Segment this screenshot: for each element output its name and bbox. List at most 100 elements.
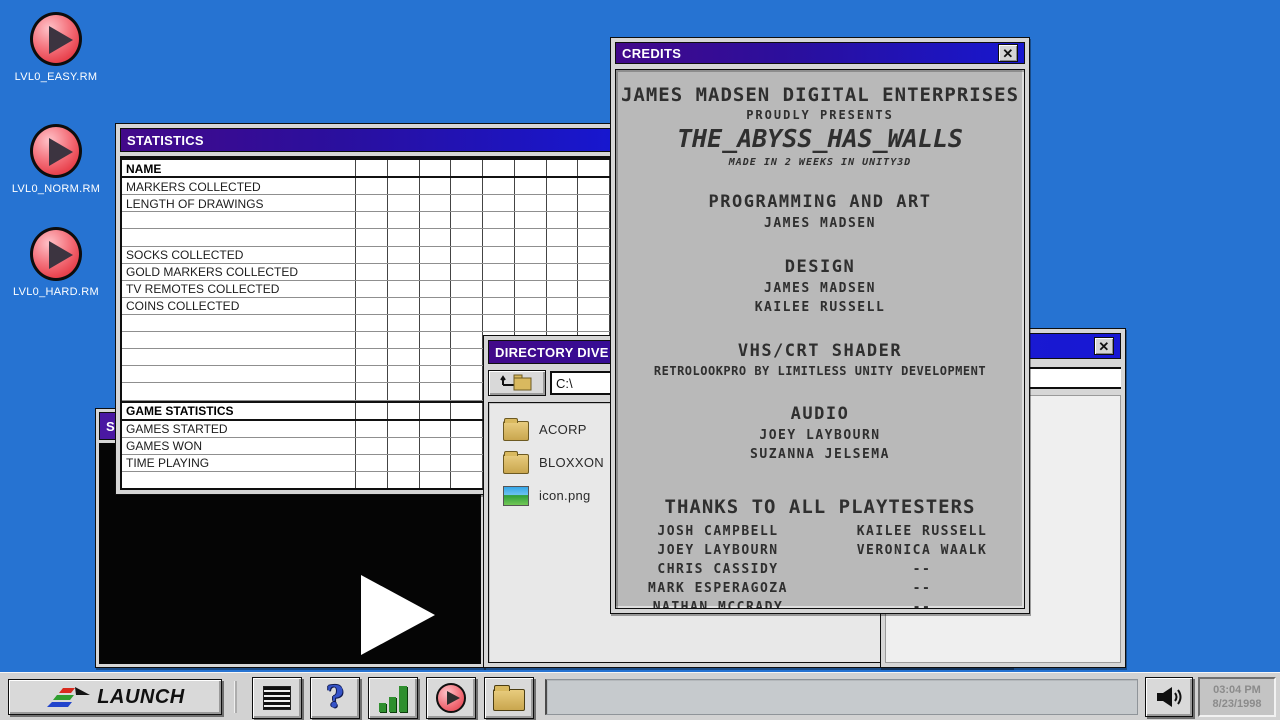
credits-line: VHS/CRT SHADER: [616, 341, 1024, 361]
credits-line: JAMES MADSEN DIGITAL ENTERPRISES: [616, 84, 1024, 106]
folder-button[interactable]: [484, 677, 534, 719]
clock-date: 8/23/1998: [1213, 697, 1262, 711]
help-icon: ?: [326, 683, 344, 713]
file-type-icon: [503, 454, 529, 474]
playtester-row: JOEY LAYBOURN VERONICA WAALK: [616, 543, 1024, 558]
credits-line: JAMES MADSEN: [616, 216, 1024, 231]
play-overlay-icon[interactable]: [361, 575, 435, 655]
launch-logo-icon: [45, 685, 91, 709]
taskbar-separator: [234, 681, 237, 713]
credits-line: DESIGN: [616, 257, 1024, 277]
play-circle-icon: [30, 12, 82, 66]
up-folder-icon: [500, 373, 534, 393]
table-row: [122, 315, 610, 332]
credits-window: CREDITS ✕ JAMES MADSEN DIGITAL ENTERPRIS…: [610, 37, 1030, 614]
table-row: SOCKS COLLECTED: [122, 247, 610, 264]
playtester-row: NATHAN MCCRADY --: [616, 600, 1024, 609]
stat-label: [122, 229, 356, 245]
playtester-row: CHRIS CASSIDY --: [616, 562, 1024, 577]
desktop-play-icon[interactable]: LVL0_NORM.RM: [4, 124, 108, 195]
playtester-right: KAILEE RUSSELL: [820, 524, 1024, 539]
credits-content: JAMES MADSEN DIGITAL ENTERPRISES PROUDLY…: [615, 69, 1025, 609]
stat-label: [122, 212, 356, 228]
desktop: LVL0_EASY.RM LVL0_NORM.RM LVL0_HARD.RM S…: [0, 0, 1280, 720]
help-button[interactable]: ?: [310, 677, 360, 719]
credits-line: THANKS TO ALL PLAYTESTERS: [616, 496, 1024, 518]
table-row: [122, 229, 610, 246]
bar-chart-button[interactable]: [368, 677, 418, 719]
speaker-icon: [1155, 685, 1183, 709]
taskbar-tray: [545, 679, 1138, 715]
play-circle-icon: [30, 227, 82, 281]
play-circle-icon: [30, 124, 82, 178]
playtester-right: --: [820, 581, 1024, 596]
up-directory-button[interactable]: [488, 370, 546, 396]
table-row: [122, 212, 610, 229]
taskbar: LAUNCH ? 03:04 PM 8/23/1998: [0, 672, 1280, 720]
stat-label: COINS COLLECTED: [122, 298, 356, 314]
stat-label: SOCKS COLLECTED: [122, 247, 356, 263]
stat-label: [122, 366, 356, 382]
credits-line: SUZANNA JELSEMA: [616, 447, 1024, 462]
table-row: LENGTH OF DRAWINGS: [122, 195, 610, 212]
desktop-icon-label: LVL0_NORM.RM: [4, 183, 108, 195]
file-type-icon: [503, 486, 529, 506]
statistics-title: STATISTICS: [127, 133, 204, 148]
credits-line: THE_ABYSS_HAS_WALLS: [616, 124, 1024, 153]
table-row: MARKERS COLLECTED: [122, 178, 610, 195]
list-icon: [263, 686, 291, 710]
stat-label: [122, 472, 356, 488]
statistics-titlebar[interactable]: STATISTICS: [120, 128, 612, 152]
playtester-right: --: [820, 600, 1024, 609]
table-row: TV REMOTES COLLECTED: [122, 281, 610, 298]
credits-line: AUDIO: [616, 404, 1024, 424]
play-button[interactable]: [426, 677, 476, 719]
volume-button[interactable]: [1145, 677, 1193, 717]
credits-line: JAMES MADSEN: [616, 281, 1024, 296]
playtester-right: VERONICA WAALK: [820, 543, 1024, 558]
desktop-icon-label: LVL0_EASY.RM: [4, 71, 108, 83]
stat-label: [122, 332, 356, 348]
launch-button[interactable]: LAUNCH: [8, 679, 222, 715]
stat-label: GAMES STARTED: [122, 421, 356, 437]
table-row: NAME: [122, 158, 610, 178]
stat-label: GOLD MARKERS COLLECTED: [122, 264, 356, 280]
folder-icon: [493, 689, 525, 711]
file-type-icon: [503, 421, 529, 441]
close-icon[interactable]: ✕: [1094, 337, 1114, 355]
credits-line: MADE IN 2 WEEKS IN UNITY3D: [616, 157, 1024, 168]
playtester-row: JOSH CAMPBELL KAILEE RUSSELL: [616, 524, 1024, 539]
file-name: BLOXXON: [539, 455, 604, 470]
stat-label: [122, 349, 356, 365]
stat-label: TIME PLAYING: [122, 455, 356, 471]
stat-label: MARKERS COLLECTED: [122, 178, 356, 194]
credits-titlebar[interactable]: CREDITS ✕: [615, 42, 1025, 64]
desktop-icon-label: LVL0_HARD.RM: [4, 286, 108, 298]
stat-label: NAME: [122, 160, 356, 176]
credits-title: CREDITS: [622, 46, 681, 61]
credits-line: JOEY LAYBOURN: [616, 428, 1024, 443]
credits-line: PROUDLY PRESENTS: [616, 108, 1024, 122]
table-row: GOLD MARKERS COLLECTED: [122, 264, 610, 281]
stat-label: GAMES WON: [122, 438, 356, 454]
close-icon[interactable]: ✕: [998, 44, 1018, 62]
play-icon: [436, 683, 466, 713]
credits-line: PROGRAMMING AND ART: [616, 192, 1024, 212]
stat-label: [122, 315, 356, 331]
playtester-left: JOSH CAMPBELL: [616, 524, 820, 539]
stat-label: [122, 383, 356, 399]
desktop-play-icon[interactable]: LVL0_EASY.RM: [4, 12, 108, 83]
stat-label: LENGTH OF DRAWINGS: [122, 195, 356, 211]
clock-time: 03:04 PM: [1213, 683, 1261, 697]
launch-label: LAUNCH: [97, 686, 184, 709]
list-button[interactable]: [252, 677, 302, 719]
stat-label: TV REMOTES COLLECTED: [122, 281, 356, 297]
credits-line: KAILEE RUSSELL: [616, 300, 1024, 315]
playtester-left: NATHAN MCCRADY: [616, 600, 820, 609]
playtester-left: CHRIS CASSIDY: [616, 562, 820, 577]
bar-chart-icon: [378, 684, 408, 712]
desktop-play-icon[interactable]: LVL0_HARD.RM: [4, 227, 108, 298]
credits-line: RETROLOOKPRO BY LIMITLESS UNITY DEVELOPM…: [616, 364, 1024, 378]
file-name: ACORP: [539, 422, 587, 437]
stat-label: GAME STATISTICS: [122, 403, 356, 419]
